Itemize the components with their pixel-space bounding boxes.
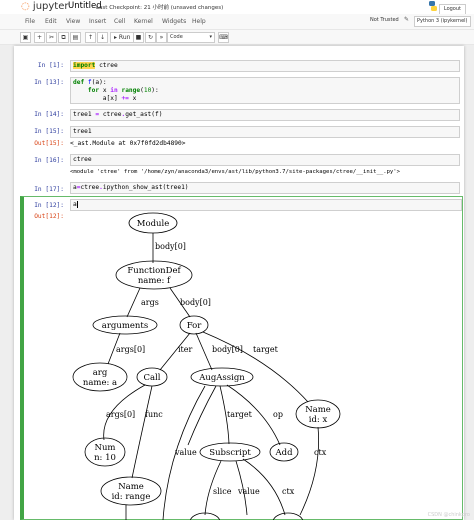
edge-label: ctx — [314, 448, 327, 457]
watermark: CSDN @chinkpro — [427, 512, 470, 518]
edge — [195, 332, 213, 371]
ast-graph: Module FunctionDef name: f arguments For… — [72, 212, 341, 520]
edge-label: args[0] — [116, 345, 145, 354]
node-label: FunctionDef — [127, 266, 181, 276]
edge-label: ctx — [282, 487, 295, 496]
node-label: arguments — [102, 321, 148, 331]
edge-label: slice — [213, 487, 232, 496]
edge — [126, 287, 141, 318]
edge — [202, 331, 309, 403]
edge-label: iter — [178, 345, 193, 354]
node-label: n: 10 — [94, 453, 116, 463]
edge-label: value — [237, 487, 260, 496]
edge-label: body[0] — [212, 345, 243, 354]
node-label: Subscript — [209, 448, 251, 458]
node-label: Module — [137, 219, 170, 229]
edge-label: target — [253, 345, 279, 354]
edge-label: value — [174, 448, 197, 457]
edge-label: target — [227, 410, 253, 419]
edge-label: args[0] — [106, 410, 135, 419]
node-label: arg — [93, 368, 108, 378]
node-label: Add — [274, 448, 293, 458]
node-label: AugAssign — [198, 373, 245, 383]
edge — [299, 426, 319, 516]
node-label: name: a — [83, 378, 117, 388]
node-label: Num — [95, 443, 116, 453]
edge-label: func — [145, 410, 163, 419]
edge-label: op — [273, 410, 283, 419]
node-partial — [272, 512, 304, 520]
node-label: Name — [305, 405, 331, 415]
node-label: For — [187, 321, 203, 331]
node-label: name: f — [138, 276, 171, 286]
node-label: Name — [118, 482, 144, 492]
edge-label: body[0] — [180, 298, 211, 307]
node-label: Call — [143, 373, 160, 383]
node-label: id: range — [112, 492, 151, 502]
edge — [187, 385, 217, 446]
node-label: id: x — [309, 415, 328, 425]
edge — [131, 385, 153, 479]
edge-label: args — [141, 298, 159, 307]
edge-label: body[0] — [155, 242, 186, 251]
